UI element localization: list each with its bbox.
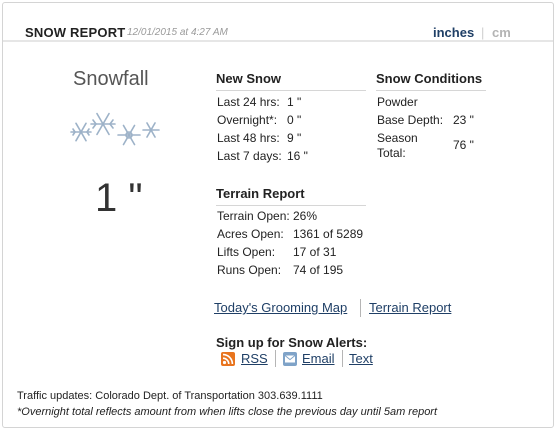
season-total-label: Total: [377, 146, 406, 160]
surface-condition: Powder [377, 95, 418, 109]
new-snow-value: 16 " [287, 149, 308, 163]
new-snow-value: 9 " [287, 131, 302, 145]
traffic-updates: Traffic updates: Colorado Dept. of Trans… [17, 390, 323, 402]
snowfall-amount: 1 " [95, 176, 143, 220]
snow-report-card: SNOW REPORT 12/01/2015 at 4:27 AM inches… [2, 2, 554, 428]
unit-cm-toggle[interactable]: cm [492, 25, 511, 40]
terrain-row-value: 74 of 195 [293, 263, 344, 277]
snow-conditions-heading: Snow Conditions [376, 71, 486, 91]
terrain-row-label: Terrain Open: [217, 209, 290, 223]
snow-report-title: SNOW REPORT [25, 25, 126, 40]
overnight-footnote: *Overnight total reflects amount from wh… [17, 406, 438, 418]
rss-icon[interactable] [221, 352, 235, 366]
email-icon[interactable] [283, 352, 297, 366]
terrain-report-link[interactable]: Terrain Report [369, 300, 451, 315]
base-depth-label: Base Depth: [377, 113, 444, 127]
terrain-row-label: Runs Open: [217, 263, 282, 277]
text-alert-link[interactable]: Text [349, 351, 373, 366]
rss-link[interactable]: RSS [241, 351, 268, 366]
grooming-map-link[interactable]: Today's Grooming Map [214, 300, 347, 315]
season-total-value: 76 " [453, 138, 474, 152]
terrain-row-value: 1361 of 5289 [293, 227, 364, 241]
new-snow-label: Last 24 hrs: [217, 95, 280, 109]
terrain-row-value: 17 of 31 [293, 245, 337, 259]
new-snow-label: Last 48 hrs: [217, 131, 280, 145]
snow-alerts-heading: Sign up for Snow Alerts: [216, 335, 368, 350]
email-link[interactable]: Email [302, 351, 335, 366]
terrain-report-heading: Terrain Report [216, 186, 366, 206]
snow-report-header: SNOW REPORT 12/01/2015 at 4:27 AM inches… [3, 3, 553, 42]
alert-divider [342, 350, 343, 367]
new-snow-label: Overnight*: [217, 113, 278, 127]
snowflake-icon [65, 110, 165, 159]
base-depth-value: 23 " [453, 113, 474, 127]
new-snow-label: Last 7 days: [217, 149, 282, 163]
unit-separator: | [481, 25, 485, 40]
season-total-label: Season [377, 131, 418, 145]
terrain-row-value: 26% [293, 209, 318, 223]
terrain-row-label: Acres Open: [217, 227, 284, 241]
alert-divider [275, 350, 276, 367]
snowfall-label: Snowfall [73, 68, 149, 90]
new-snow-value: 0 " [287, 113, 302, 127]
link-divider [360, 299, 361, 317]
unit-inches-toggle[interactable]: inches [433, 25, 474, 40]
terrain-row-label: Lifts Open: [217, 245, 276, 259]
new-snow-value: 1 " [287, 95, 302, 109]
new-snow-heading: New Snow [216, 71, 366, 91]
report-timestamp: 12/01/2015 at 4:27 AM [127, 27, 228, 38]
